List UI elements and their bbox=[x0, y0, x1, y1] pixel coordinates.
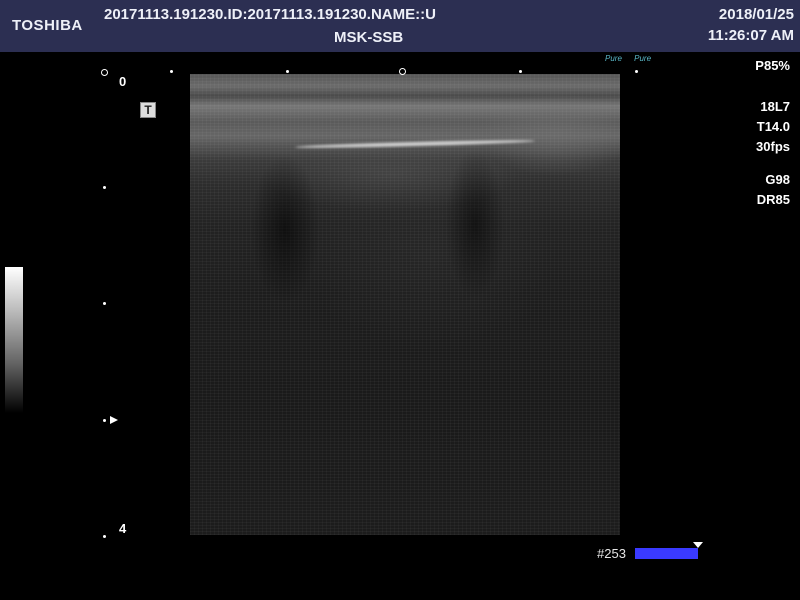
param-probe: 18L7 bbox=[760, 99, 790, 114]
param-power: P85% bbox=[755, 58, 790, 73]
param-dynamic-range: DR85 bbox=[756, 192, 790, 207]
study-id-line: 20171113.191230.ID:20171113.191230.NAME:… bbox=[104, 6, 436, 23]
lateral-dot bbox=[170, 70, 173, 73]
lateral-dot bbox=[286, 70, 289, 73]
lateral-dot bbox=[519, 70, 522, 73]
depth-dot bbox=[103, 186, 106, 189]
grayscale-bar bbox=[5, 267, 23, 413]
lateral-dot bbox=[635, 70, 638, 73]
param-fps: 30fps bbox=[756, 139, 790, 154]
focus-marker-icon[interactable] bbox=[110, 416, 118, 424]
header-bar: TOSHIBA 20171113.191230.ID:20171113.1912… bbox=[0, 0, 800, 52]
acoustic-shadow-left bbox=[250, 154, 320, 304]
pure-logos: Pure Pure bbox=[605, 54, 661, 63]
acoustic-shadow-right bbox=[445, 149, 505, 299]
param-gain: G98 bbox=[765, 172, 790, 187]
frame-number: #253 bbox=[597, 546, 626, 561]
center-ring-marker bbox=[399, 68, 406, 75]
depth-ring-marker bbox=[101, 69, 108, 76]
pure-logo-2: Pure bbox=[634, 54, 652, 63]
depth-dot bbox=[103, 302, 106, 305]
exam-date: 2018/01/25 bbox=[718, 6, 794, 23]
exam-time: 11:26:07 AM bbox=[707, 27, 794, 44]
depth-label-top: 0 bbox=[119, 74, 127, 89]
pure-logo-1: Pure bbox=[605, 54, 622, 63]
ultrasound-image[interactable] bbox=[190, 74, 620, 535]
depth-dot bbox=[103, 419, 106, 422]
preset-name: MSK-SSB bbox=[334, 29, 404, 46]
depth-label-bottom: 4 bbox=[119, 521, 127, 536]
depth-dot bbox=[103, 535, 106, 538]
transducer-orientation-icon[interactable]: T bbox=[140, 102, 156, 118]
brand-logo: TOSHIBA bbox=[12, 17, 83, 34]
param-thi: T14.0 bbox=[756, 119, 790, 134]
cine-frame-bar[interactable] bbox=[635, 548, 698, 559]
cine-position-arrow-icon[interactable] bbox=[693, 542, 703, 548]
